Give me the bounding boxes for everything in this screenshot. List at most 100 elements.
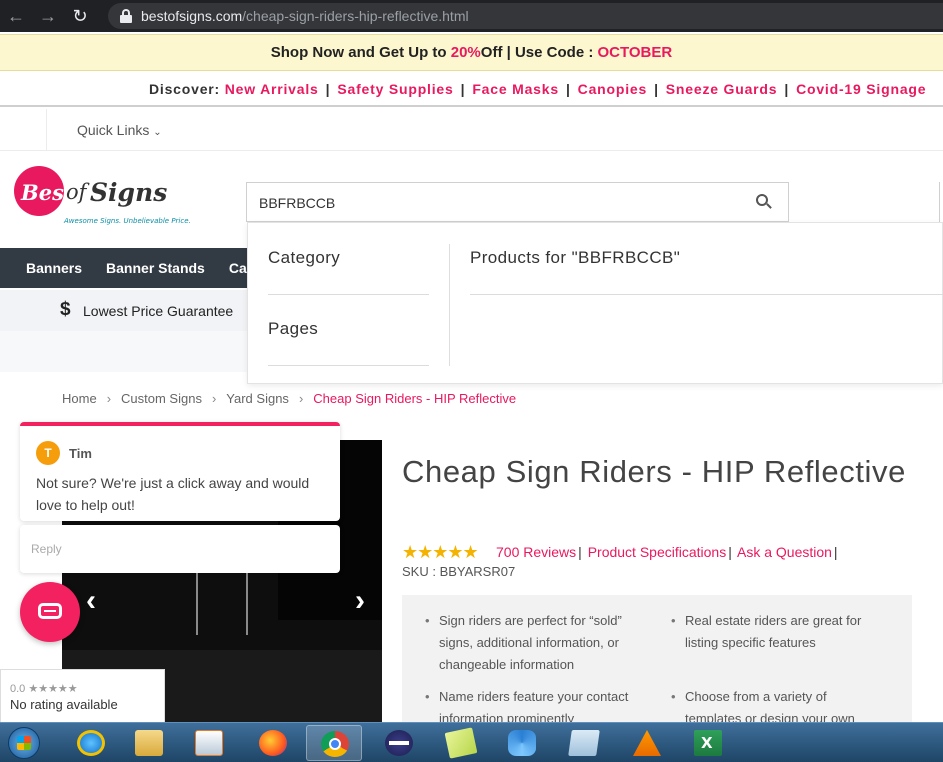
taskbar-app-button[interactable] [494, 725, 550, 761]
reload-icon[interactable]: ↻ [64, 0, 96, 32]
reviews-link[interactable]: 700 Reviews [496, 544, 576, 560]
quick-links-dropdown[interactable]: Quick Links ⌄ [77, 122, 162, 138]
discover-link-sneeze-guards[interactable]: Sneeze Guards [666, 81, 778, 97]
taskbar-media-button[interactable] [181, 725, 237, 761]
promo-banner[interactable]: Shop Now and Get Up to 20% Off | Use Cod… [0, 34, 943, 71]
promo-percent: 20% [450, 44, 481, 61]
carousel-next-icon[interactable]: › [355, 584, 365, 618]
taskbar-eclipse-button[interactable] [371, 725, 427, 761]
forward-icon[interactable]: → [32, 0, 64, 32]
eclipse-icon [385, 730, 413, 756]
dropdown-pages-heading[interactable]: Pages [268, 319, 318, 339]
chevron-right-icon: › [211, 391, 217, 406]
product-meta-links: 700 Reviews | Product Specifications | Ask… [496, 544, 838, 560]
carousel-prev-icon[interactable]: ‹ [86, 584, 96, 618]
start-button[interactable] [5, 726, 45, 760]
firefox-icon [259, 730, 287, 756]
quick-links-bar: Quick Links ⌄ [0, 109, 943, 151]
rating-score: 0.0 ★★★★★ [10, 683, 78, 695]
nav-item-banners[interactable]: Banners [26, 260, 82, 276]
media-player-icon [195, 730, 223, 756]
url-path: /cheap-sign-riders-hip-reflective.html [242, 8, 469, 24]
nav-item-categories[interactable]: Ca [229, 260, 247, 276]
chevron-right-icon: › [106, 391, 112, 406]
discover-link-new-arrivals[interactable]: New Arrivals [225, 81, 319, 97]
taskbar-excel-button[interactable]: X [680, 725, 736, 761]
search-value: BBFRBCCB [259, 195, 336, 211]
lock-icon [120, 9, 132, 23]
logo-tagline: Awesome Signs. Unbelievable Price. [64, 217, 191, 225]
chevron-right-icon: › [298, 391, 304, 406]
taskbar-firefox-button[interactable] [245, 725, 301, 761]
feature-list: Sign riders are perfect for “sold” signs… [402, 595, 912, 722]
vlc-icon [633, 730, 661, 756]
dropdown-divider [268, 294, 429, 295]
nav-item-banner-stands[interactable]: Banner Stands [106, 260, 205, 276]
chat-agent-name: Tim [69, 446, 92, 461]
breadcrumb-home[interactable]: Home [62, 391, 97, 406]
guarantee-text: Lowest Price Guarantee [83, 303, 234, 319]
internet-explorer-icon [77, 730, 105, 756]
address-bar[interactable]: bestofsigns.com/cheap-sign-riders-hip-re… [108, 3, 943, 29]
taskbar-ie-button[interactable] [63, 725, 119, 761]
discover-link-canopies[interactable]: Canopies [578, 81, 647, 97]
avatar: T [36, 441, 60, 465]
search-input[interactable]: BBFRBCCB [246, 182, 789, 222]
chat-reply-placeholder: Reply [31, 542, 62, 556]
sign-pole [196, 570, 198, 635]
rating-text: No rating available [10, 697, 118, 712]
sticky-notes-icon [444, 727, 478, 759]
star-rating-icon[interactable]: ★★★★★ [402, 542, 479, 563]
taskbar: X [0, 722, 943, 762]
windows-logo-icon [17, 736, 31, 750]
feature-item: Choose from a variety of templates or de… [671, 686, 881, 722]
dropdown-column-divider [449, 244, 450, 366]
taskbar-sticky-notes-button[interactable] [433, 725, 489, 761]
chat-launcher-button[interactable] [20, 582, 80, 642]
chrome-icon [321, 731, 349, 757]
ask-question-link[interactable]: Ask a Question [737, 544, 832, 560]
promo-prefix: Shop Now and Get Up to [270, 44, 447, 61]
sign-pole [246, 570, 248, 635]
taskbar-chrome-button[interactable] [306, 725, 362, 761]
site-logo[interactable]: Best of Signs Awesome Signs. Unbelievabl… [14, 166, 194, 228]
url-host: bestofsigns.com [141, 8, 243, 24]
dropdown-left-column: Category Pages [248, 223, 449, 385]
dropdown-products-heading: Products for "BBFRBCCB" [470, 248, 681, 267]
chat-reply-input[interactable]: Reply [20, 525, 340, 573]
taskbar-notepad-button[interactable] [556, 725, 612, 761]
logo-signs: Signs [90, 178, 168, 207]
discover-label: Discover: [149, 80, 221, 97]
chat-message: Not sure? We're just a click away and wo… [36, 475, 310, 513]
discover-link-covid-signage[interactable]: Covid-19 Signage [796, 81, 926, 97]
product-sku: SKU : BBYARSR07 [402, 564, 516, 579]
rating-widget[interactable]: 0.0 ★★★★★ No rating available [0, 669, 165, 723]
quick-links-label: Quick Links [77, 122, 150, 138]
dropdown-divider [470, 294, 943, 295]
browser-toolbar: ← → ↻ bestofsigns.com/cheap-sign-riders-… [0, 0, 943, 32]
discover-link-face-masks[interactable]: Face Masks [472, 81, 559, 97]
header-right-edge [939, 182, 943, 222]
taskbar-vlc-button[interactable] [619, 725, 675, 761]
specifications-link[interactable]: Product Specifications [588, 544, 727, 560]
dollar-icon: $ [60, 299, 71, 320]
dropdown-category-heading[interactable]: Category [268, 248, 340, 268]
feature-item: Name riders feature your contact informa… [425, 686, 635, 722]
chat-message-card[interactable]: T Tim Not sure? We're just a click away … [20, 422, 340, 521]
search-dropdown: Category Pages Products for "BBFRBCCB" [247, 222, 943, 384]
breadcrumb-yard-signs[interactable]: Yard Signs [226, 391, 289, 406]
promo-middle: Off | Use Code : [480, 44, 594, 61]
search-icon[interactable] [756, 194, 772, 210]
taskbar-explorer-button[interactable] [121, 725, 177, 761]
back-icon[interactable]: ← [0, 0, 32, 32]
feature-item: Sign riders are perfect for “sold” signs… [425, 610, 635, 676]
chat-icon [38, 603, 62, 619]
breadcrumb-current: Cheap Sign Riders - HIP Reflective [313, 391, 517, 406]
dropdown-divider [268, 365, 429, 366]
excel-icon: X [694, 730, 722, 756]
breadcrumb-custom-signs[interactable]: Custom Signs [121, 391, 202, 406]
folder-icon [135, 730, 163, 756]
product-title: Cheap Sign Riders - HIP Reflective [402, 454, 906, 489]
discover-link-safety-supplies[interactable]: Safety Supplies [337, 81, 453, 97]
breadcrumb: Home › Custom Signs › Yard Signs › Cheap… [62, 391, 516, 406]
